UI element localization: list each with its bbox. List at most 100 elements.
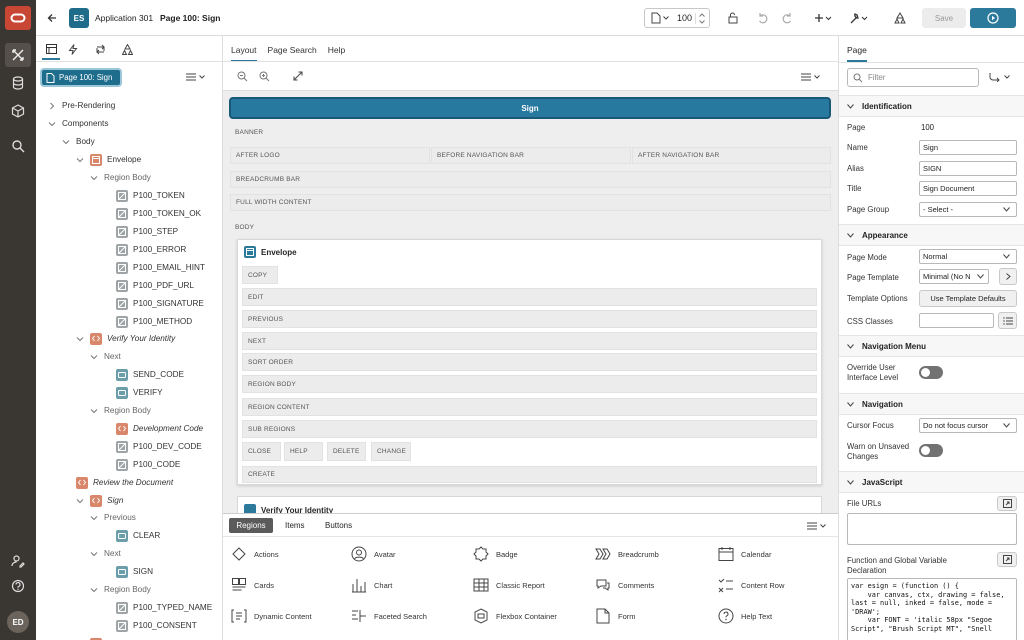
gallery-tab-regions[interactable]: Regions	[229, 518, 273, 533]
tree-menu-button[interactable]	[186, 73, 205, 81]
tab-help[interactable]: Help	[328, 45, 345, 62]
tree-node[interactable]: P100_CODE	[116, 456, 180, 473]
gallery-item[interactable]: Badge	[473, 544, 518, 564]
page-number-input[interactable]: 100	[677, 13, 692, 23]
tree-node[interactable]: P100_TOKEN_OK	[116, 205, 201, 222]
tree-node[interactable]: Next	[90, 348, 121, 365]
tree-node[interactable]: CLEAR	[116, 527, 160, 544]
css-classes-list-button[interactable]	[998, 312, 1017, 329]
gallery-item[interactable]: Dynamic Content	[231, 606, 312, 626]
slot-after-logo[interactable]: AFTER LOGO	[230, 147, 430, 164]
undo-icon[interactable]	[752, 8, 774, 28]
user-avatar[interactable]: ED	[7, 611, 29, 633]
shared-components-icon[interactable]	[889, 8, 911, 28]
page-selector[interactable]: 100	[644, 8, 710, 28]
tree-node[interactable]: Review the Document	[76, 474, 173, 491]
slot-before-navigation-bar[interactable]: BEFORE NAVIGATION BAR	[431, 147, 631, 164]
create-menu-button[interactable]	[810, 8, 836, 28]
slot-previous[interactable]: PREVIOUS	[242, 310, 817, 328]
file-urls-expand-button[interactable]	[997, 496, 1017, 511]
envelope-region[interactable]: Envelope COPY EDIT PREVIOUS NEXT SORT ORDER R…	[237, 239, 822, 485]
gallery-item[interactable]: Breadcrumb	[595, 544, 659, 564]
gallery-item[interactable]: Flexbox Container	[473, 606, 557, 626]
tree-node[interactable]: Next	[90, 545, 121, 562]
page-designer-icon[interactable]	[5, 43, 31, 67]
css-classes-field[interactable]	[919, 313, 994, 328]
tree-node[interactable]: VERIFY	[116, 384, 163, 401]
slot-edit[interactable]: EDIT	[242, 288, 817, 306]
tree-node[interactable]: Decline to Sign	[76, 635, 162, 640]
go-to-group-button[interactable]	[989, 72, 1010, 82]
tab-page[interactable]: Page	[847, 45, 867, 62]
shared-components-tab-icon[interactable]	[122, 44, 133, 55]
slot-create[interactable]: CREATE	[242, 466, 817, 483]
go-to-template-button[interactable]	[999, 268, 1017, 285]
tree-node[interactable]: Body	[62, 133, 95, 150]
tree-node[interactable]: P100_EMAIL_HINT	[116, 259, 205, 276]
gallery-item[interactable]: Calendar	[718, 544, 771, 564]
tree-node[interactable]: Components	[48, 115, 108, 132]
slot-change[interactable]: CHANGE	[371, 442, 411, 461]
database-icon[interactable]	[5, 71, 31, 95]
gallery-item[interactable]: Avatar	[351, 544, 396, 564]
slot-region-body[interactable]: REGION BODY	[242, 375, 817, 393]
tree-node[interactable]: Verify Your Identity	[76, 330, 175, 347]
tree-node[interactable]: P100_TYPED_NAME	[116, 599, 212, 616]
gallery-item[interactable]: Form	[595, 606, 636, 626]
section-javascript[interactable]: JavaScript	[839, 471, 1024, 493]
gallery-item[interactable]: Faceted Search	[351, 606, 427, 626]
tree-node[interactable]: P100_ERROR	[116, 241, 186, 258]
slot-copy[interactable]: COPY	[242, 266, 278, 284]
slot-after-navigation-bar[interactable]: AFTER NAVIGATION BAR	[632, 147, 831, 164]
override-ui-level-toggle[interactable]	[919, 366, 943, 379]
user-settings-icon[interactable]	[5, 549, 31, 573]
function-expand-button[interactable]	[997, 552, 1017, 567]
tree-node[interactable]: SIGN	[116, 563, 153, 580]
lock-page-icon[interactable]	[721, 8, 743, 28]
page-mode-select[interactable]: Normal	[919, 249, 1017, 264]
slot-region-content[interactable]: REGION CONTENT	[242, 398, 817, 416]
tree-node[interactable]: Previous	[90, 509, 136, 526]
page-stepper[interactable]	[695, 12, 705, 24]
tab-page-search[interactable]: Page Search	[268, 45, 317, 62]
tree-node[interactable]: Pre-Rendering	[48, 97, 115, 114]
tree-node[interactable]: Sign	[76, 492, 123, 509]
slot-close[interactable]: CLOSE	[242, 442, 281, 461]
tree-node[interactable]: Region Body	[90, 581, 151, 598]
slot-help[interactable]: HELP	[284, 442, 323, 461]
processing-tab-icon[interactable]	[95, 44, 106, 55]
run-page-button[interactable]	[970, 8, 1016, 28]
slot-next[interactable]: NEXT	[242, 332, 817, 350]
tree-node[interactable]: Envelope	[76, 151, 141, 168]
name-field[interactable]: Sign	[919, 140, 1017, 155]
gallery-menu-button[interactable]	[807, 522, 826, 530]
file-urls-textarea[interactable]	[847, 513, 1017, 545]
sign-region-bar[interactable]: Sign	[229, 97, 831, 119]
gallery-item[interactable]: Chart	[351, 575, 392, 595]
help-icon[interactable]	[5, 574, 31, 598]
use-template-defaults-button[interactable]: Use Template Defaults	[919, 290, 1017, 307]
tree-node[interactable]: Development Code	[116, 420, 203, 437]
section-identification[interactable]: Identification	[839, 95, 1024, 117]
tree-node[interactable]: P100_DEV_CODE	[116, 438, 202, 455]
tree-node[interactable]: Region Body	[90, 169, 151, 186]
tree-node[interactable]: P100_STEP	[116, 223, 178, 240]
gallery-item[interactable]: Cards	[231, 575, 274, 595]
slot-breadcrumb-bar[interactable]: BREADCRUMB BAR	[230, 171, 831, 188]
slot-full-width-content[interactable]: FULL WIDTH CONTENT	[230, 194, 831, 211]
slot-sub-regions[interactable]: SUB REGIONS	[242, 420, 817, 438]
expand-icon[interactable]	[293, 71, 303, 81]
function-code-editor[interactable]: var esign = (function () { var canvas, c…	[847, 578, 1017, 640]
warn-unsaved-toggle[interactable]	[919, 444, 943, 457]
title-field[interactable]: Sign Document	[919, 181, 1017, 196]
gallery-item[interactable]: Classic Report	[473, 575, 545, 595]
tree-node[interactable]: Region Body	[90, 402, 151, 419]
rendering-tab-icon[interactable]	[42, 42, 60, 60]
tree-node[interactable]: P100_CONSENT	[116, 617, 197, 634]
section-navigation[interactable]: Navigation	[839, 393, 1024, 415]
cursor-focus-select[interactable]: Do not focus cursor	[919, 418, 1017, 433]
slot-banner[interactable]: BANNER	[235, 125, 263, 139]
tree-node[interactable]: SEND_CODE	[116, 366, 184, 383]
cube-icon[interactable]	[5, 99, 31, 123]
page-template-select[interactable]: Minimal (No N	[919, 269, 989, 284]
